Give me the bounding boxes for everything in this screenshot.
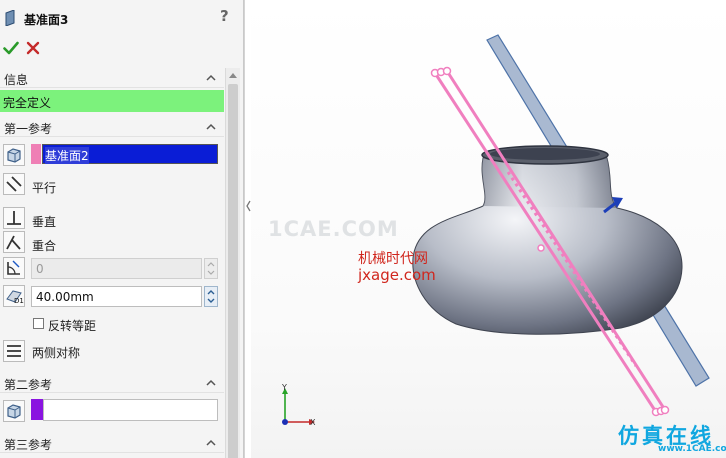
first-reference-header[interactable]: 第一参考	[0, 117, 224, 137]
first-reference-selection-field[interactable]: 基准面2	[42, 144, 218, 164]
property-manager-header: 基准面3 ?	[0, 0, 243, 36]
second-reference-selection-field[interactable]	[43, 399, 218, 421]
scroll-up-arrow-icon[interactable]	[229, 72, 237, 78]
offset-distance-icon[interactable]: D1	[3, 285, 25, 307]
distance-spinner[interactable]	[204, 286, 218, 307]
first-reference-section: 第一参考 基准面2 平行 垂直 重合 0 D1 40.00mm 反转等距 两侧对…	[0, 117, 224, 362]
coincident-icon[interactable]	[3, 231, 25, 253]
parallel-label: 平行	[32, 181, 57, 195]
first-reference-selection-text: 基准面2	[45, 147, 89, 164]
flip-offset-label: 反转等距	[48, 319, 97, 333]
selection-box-icon[interactable]	[3, 400, 25, 422]
second-reference-header[interactable]: 第二参考	[0, 373, 224, 393]
parallel-icon[interactable]	[3, 173, 25, 195]
midplane-label: 两侧对称	[32, 346, 81, 360]
info-section: 信息 完全定义	[0, 68, 224, 112]
help-icon[interactable]: ?	[220, 7, 229, 25]
second-reference-section: 第二参考	[0, 373, 224, 422]
coincident-label: 重合	[32, 239, 57, 253]
perpendicular-icon[interactable]	[3, 207, 25, 229]
property-manager-scrollbar[interactable]	[225, 68, 240, 458]
third-reference-header[interactable]: 第三参考	[0, 433, 224, 453]
watermark-text: 1CAE.COM	[268, 217, 399, 241]
vase-neck	[482, 158, 617, 208]
flip-offset-checkbox[interactable]	[33, 318, 44, 329]
chevron-up-icon[interactable]	[206, 379, 216, 387]
selection-box-icon[interactable]	[3, 144, 25, 166]
property-manager: 基准面3 ? 信息 完全定义 第一参考 基准面2 平行 垂直 重合 0 D1 4…	[0, 0, 244, 458]
chevron-up-icon[interactable]	[206, 74, 216, 82]
info-section-header[interactable]: 信息	[0, 68, 224, 88]
triad-x-label: X	[310, 418, 316, 427]
feature-title: 基准面3	[24, 13, 69, 27]
third-reference-section: 第三参考	[0, 433, 224, 453]
chevron-up-icon[interactable]	[206, 123, 216, 131]
angle-spinner	[204, 258, 218, 279]
angle-value: 0	[36, 262, 44, 276]
angle-icon[interactable]	[3, 257, 25, 279]
graphics-viewport[interactable]: 1CAE.COM 机械时代网 jxage.com Y X 仿真在线 www.1C…	[251, 0, 726, 458]
plane-feature-icon	[5, 10, 15, 26]
perpendicular-label: 垂直	[32, 215, 57, 229]
first-reference-label: 第一参考	[4, 122, 53, 136]
panel-splitter[interactable]	[244, 0, 251, 458]
overlay-site-url: jxage.com	[358, 266, 436, 284]
definition-status-text: 完全定义	[3, 96, 52, 110]
scrollbar-thumb[interactable]	[228, 84, 238, 458]
angle-input[interactable]: 0	[31, 258, 202, 279]
definition-status: 完全定义	[0, 90, 224, 112]
chevron-up-icon[interactable]	[206, 439, 216, 447]
overlay-site-name: 机械时代网	[358, 251, 428, 267]
second-reference-color-swatch	[31, 399, 43, 420]
cancel-x-icon[interactable]	[26, 41, 40, 55]
site-watermark-url: www.1CAE.com	[658, 444, 726, 454]
offset-distance-input[interactable]: 40.00mm	[31, 286, 202, 307]
first-reference-color-swatch	[31, 144, 41, 164]
svg-text:D1: D1	[14, 297, 24, 305]
offset-distance-value: 40.00mm	[36, 290, 94, 304]
second-reference-label: 第二参考	[4, 378, 53, 392]
info-section-label: 信息	[4, 73, 29, 87]
third-reference-label: 第三参考	[4, 438, 53, 452]
midplane-icon[interactable]	[3, 340, 25, 362]
triad-y-label: Y	[282, 383, 287, 392]
ok-checkmark-icon[interactable]	[3, 40, 19, 56]
